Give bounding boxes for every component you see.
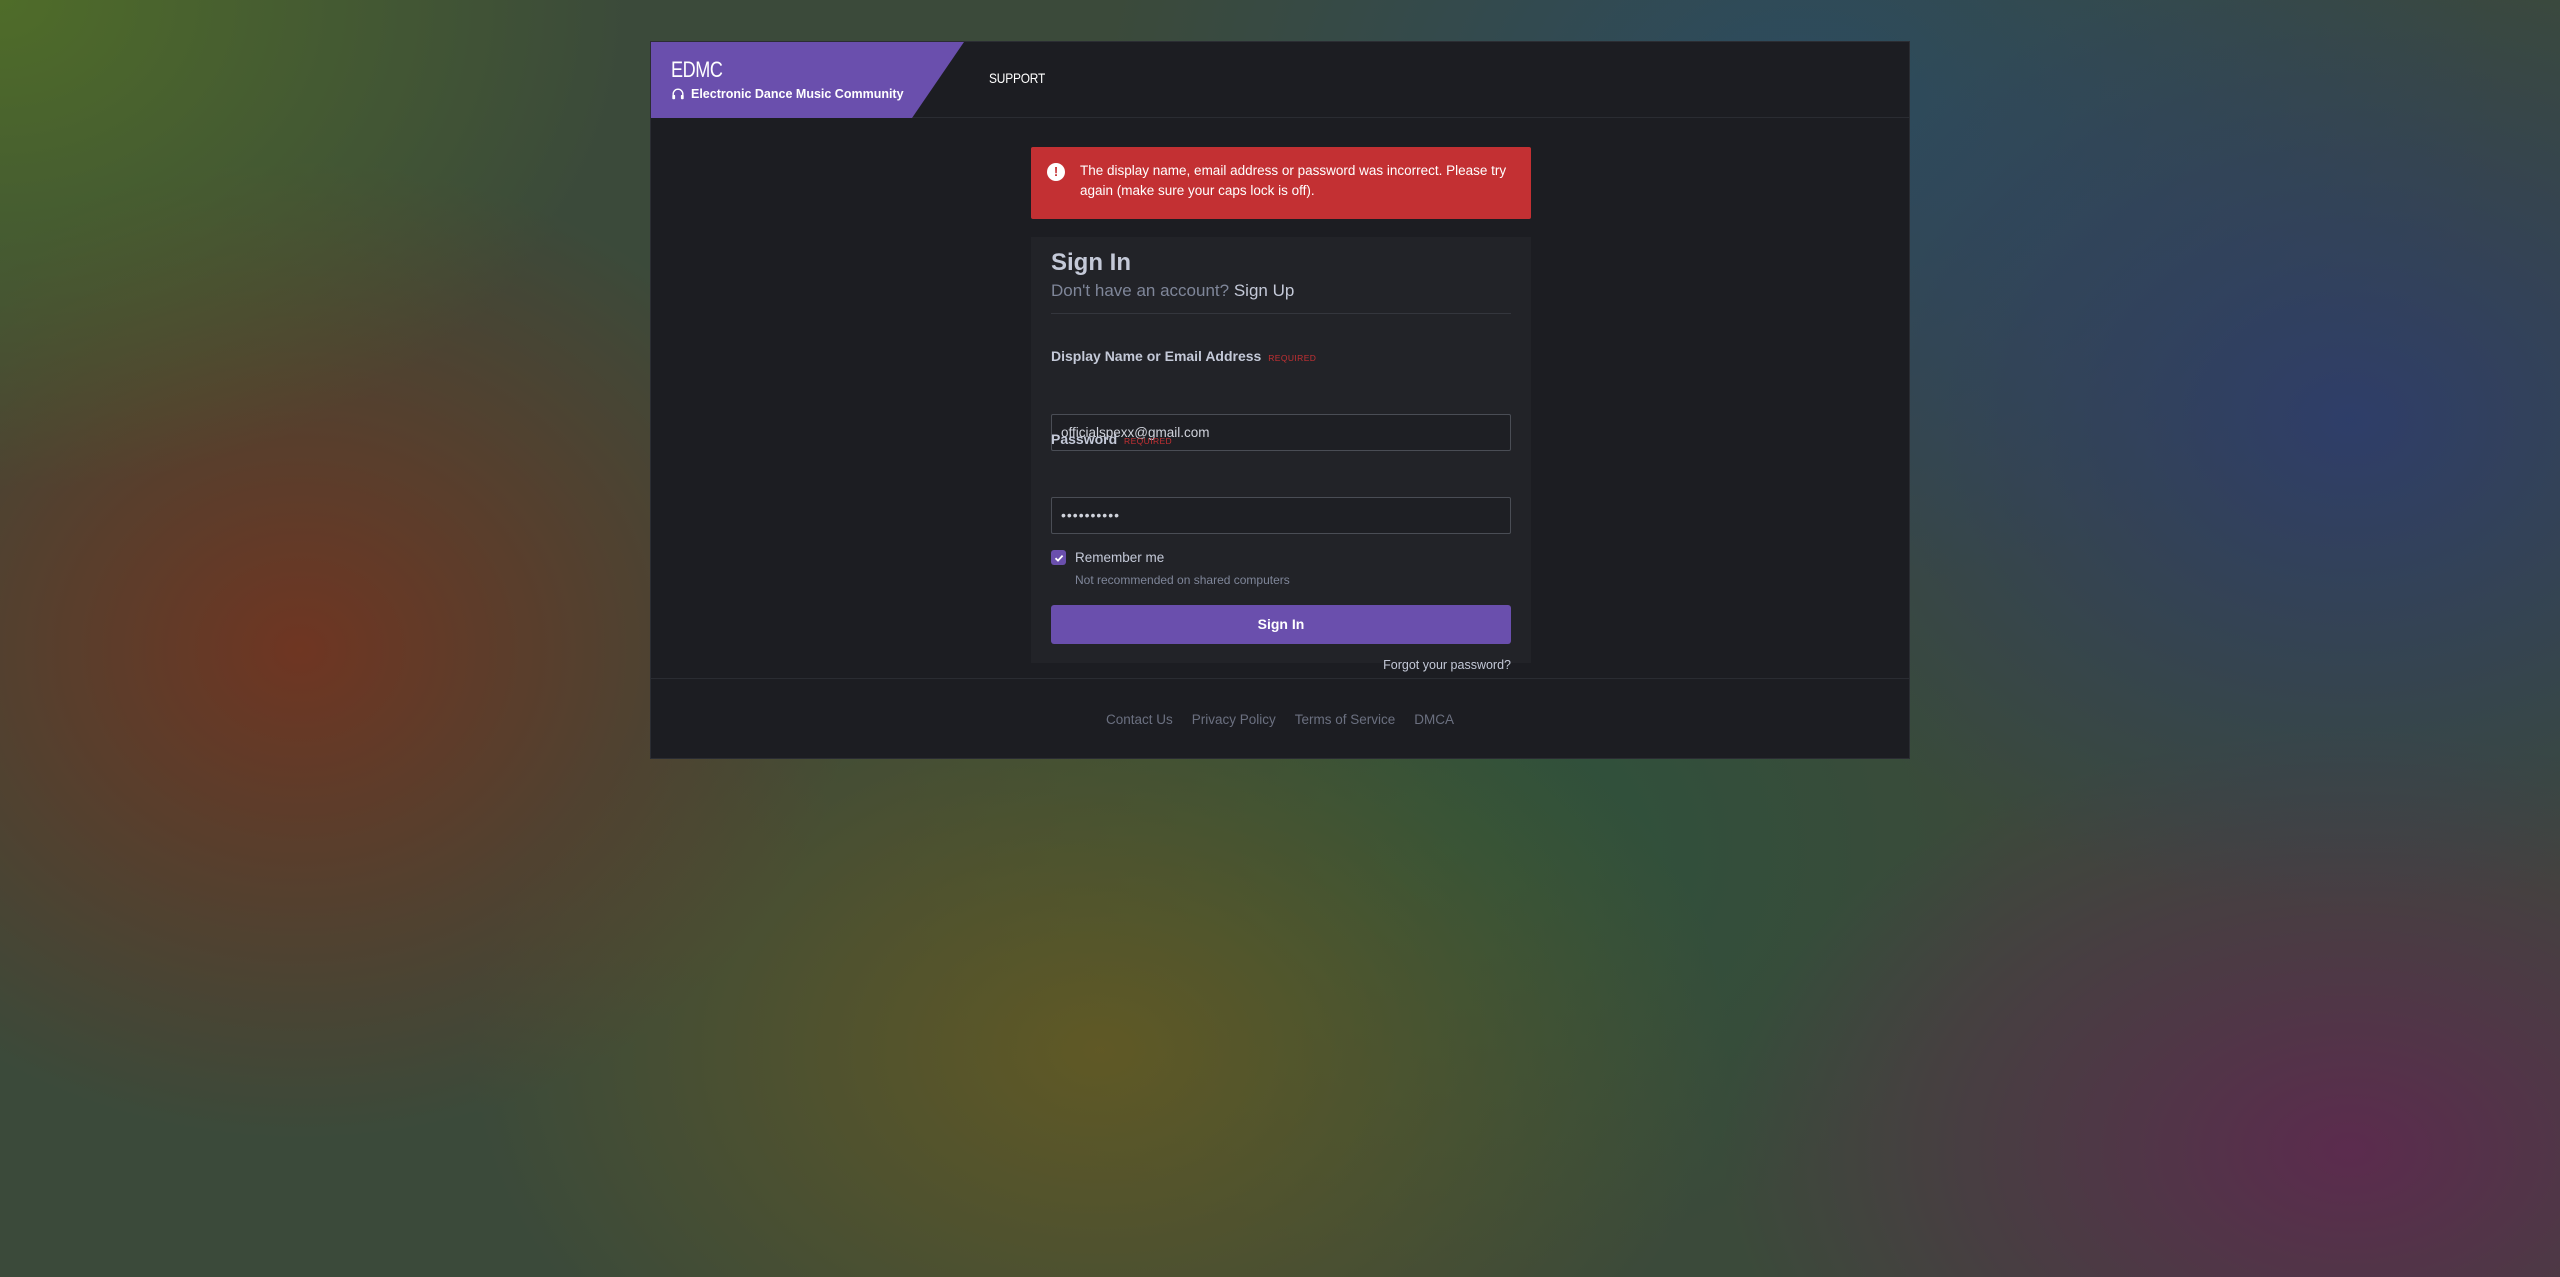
required-tag: REQUIRED <box>1268 353 1317 363</box>
footer-link-dmca[interactable]: DMCA <box>1414 712 1454 727</box>
required-tag: REQUIRED <box>1124 436 1173 446</box>
form-title: Sign In <box>1051 249 1131 276</box>
error-alert: ! The display name, email address or pas… <box>1031 147 1531 219</box>
error-message: The display name, email address or passw… <box>1080 163 1507 198</box>
brand-subtitle: Electronic Dance Music Community <box>691 87 904 101</box>
forgot-password-link[interactable]: Forgot your password? <box>1383 658 1511 672</box>
footer-links: Contact Us Privacy Policy Terms of Servi… <box>651 712 1909 727</box>
remember-me-hint: Not recommended on shared computers <box>1075 573 1290 587</box>
brand-tagline: Electronic Dance Music Community <box>671 87 904 101</box>
top-navigation-bar: EDMC Electronic Dance Music Community SU… <box>651 42 1909 118</box>
sign-up-prompt: Don't have an account? Sign Up <box>1051 281 1294 301</box>
headphones-icon <box>671 87 685 101</box>
password-label: Password REQUIRED <box>1051 431 1172 447</box>
exclamation-circle-icon: ! <box>1047 163 1065 181</box>
footer-divider <box>651 678 1909 679</box>
footer-link-terms[interactable]: Terms of Service <box>1295 712 1396 727</box>
password-input[interactable]: •••••••••• <box>1051 497 1511 534</box>
footer-link-contact[interactable]: Contact Us <box>1106 712 1173 727</box>
site-window: EDMC Electronic Dance Music Community SU… <box>650 41 1910 759</box>
check-icon <box>1054 554 1063 562</box>
username-label: Display Name or Email Address REQUIRED <box>1051 348 1316 364</box>
remember-me-row: Remember me <box>1051 550 1164 565</box>
username-label-text: Display Name or Email Address <box>1051 348 1262 364</box>
sign-in-button[interactable]: Sign In <box>1051 605 1511 644</box>
brand-logo[interactable]: EDMC Electronic Dance Music Community <box>651 42 964 118</box>
remember-me-checkbox[interactable] <box>1051 550 1066 565</box>
nav-support-link[interactable]: SUPPORT <box>989 70 1045 86</box>
sign-in-form: Sign In Don't have an account? Sign Up D… <box>1031 237 1531 672</box>
divider <box>1051 313 1511 314</box>
brand-name: EDMC <box>671 57 723 82</box>
remember-me-label[interactable]: Remember me <box>1075 550 1164 565</box>
footer-link-privacy[interactable]: Privacy Policy <box>1192 712 1276 727</box>
password-label-text: Password <box>1051 431 1118 447</box>
no-account-text: Don't have an account? <box>1051 281 1230 300</box>
sign-up-link[interactable]: Sign Up <box>1234 281 1294 300</box>
